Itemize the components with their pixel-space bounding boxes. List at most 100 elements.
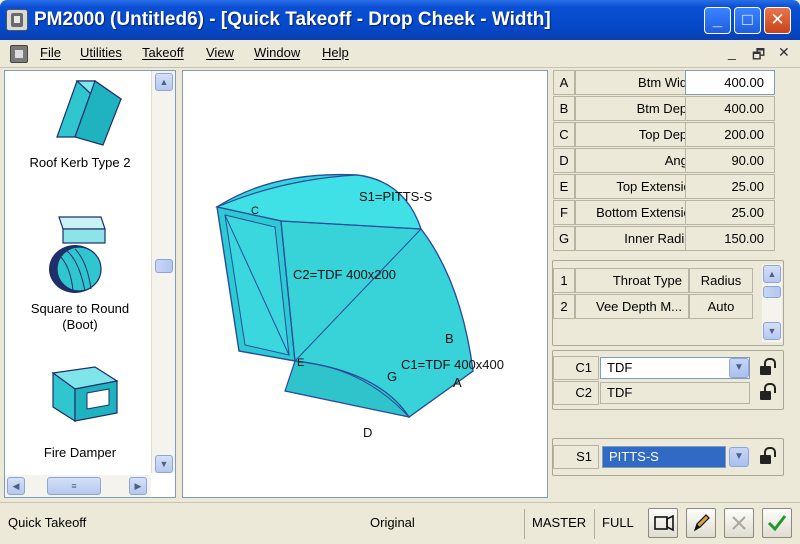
dimension-key: F: [553, 200, 575, 225]
dimension-row-b: B Btm Depth 400.00: [553, 96, 775, 121]
chevron-down-icon[interactable]: ▼: [729, 447, 749, 467]
dimension-key: E: [553, 174, 575, 199]
menu-file[interactable]: File: [40, 45, 61, 60]
menu-takeoff[interactable]: Takeoff: [142, 45, 184, 60]
lock-icon[interactable]: [758, 383, 776, 401]
pencil-icon: [693, 514, 710, 532]
label-d: D: [363, 425, 373, 440]
accept-button[interactable]: [762, 508, 792, 538]
library-item-label-box: Square to Round (Boot): [5, 301, 155, 335]
document-icon[interactable]: [10, 45, 28, 63]
square-to-round-icon: [49, 216, 106, 293]
c2-connector-field[interactable]: TDF: [600, 382, 750, 404]
edit-button[interactable]: [686, 508, 716, 538]
preview-icon: [654, 514, 674, 532]
cancel-button[interactable]: [724, 508, 754, 538]
dimension-key: G: [553, 226, 575, 251]
status-view: Original: [370, 515, 415, 530]
vee-depth-field[interactable]: Auto: [689, 294, 753, 319]
lock-icon[interactable]: [758, 358, 776, 376]
library-horizontal-scrollbar[interactable]: ◀ ≡ ▶: [5, 475, 151, 497]
btm-depth-field[interactable]: 400.00: [685, 96, 775, 121]
throat-type-field[interactable]: Radius: [689, 268, 753, 293]
dimension-row-a: A Btm Width 400.00: [553, 70, 775, 95]
cross-icon: [732, 516, 746, 530]
library-item-label: Square to Round (Boot): [30, 301, 130, 332]
menu-view[interactable]: View: [206, 45, 234, 60]
status-divider: [594, 509, 595, 539]
bottom-extension-field[interactable]: 25.00: [685, 200, 775, 225]
close-icon: ✕: [770, 10, 785, 29]
scroll-up-icon[interactable]: ▲: [763, 265, 781, 283]
lock-icon[interactable]: [758, 447, 776, 465]
status-divider: [524, 509, 525, 539]
dimension-key: A: [553, 70, 575, 95]
scroll-thumb[interactable]: [763, 286, 781, 298]
menu-window[interactable]: Window: [254, 45, 300, 60]
option-row-vee-depth: 2 Vee Depth M... Auto: [553, 294, 759, 319]
maximize-icon: □: [742, 10, 753, 29]
menu-help[interactable]: Help: [322, 45, 349, 60]
scroll-thumb[interactable]: [155, 259, 173, 273]
s1-seam-select[interactable]: PITTS-S: [602, 446, 726, 468]
top-extension-field[interactable]: 25.00: [685, 174, 775, 199]
dimension-row-e: E Top Extension 25.00: [553, 174, 775, 199]
status-bar: Quick Takeoff Original MASTER FULL: [0, 502, 800, 544]
option-row-throat-type: 1 Throat Type Radius: [553, 268, 759, 293]
menu-bar: File Utilities Takeoff View Window Help …: [0, 40, 800, 68]
mdi-restore-button[interactable]: 🗗: [752, 44, 765, 68]
scroll-down-icon[interactable]: ▼: [763, 322, 781, 340]
connector-key: C1: [553, 356, 599, 380]
btm-width-field[interactable]: 400.00: [685, 70, 775, 95]
angle-field[interactable]: 90.00: [685, 148, 775, 173]
dimension-row-g: G Inner Radius 150.00: [553, 226, 775, 251]
window-title: PM2000 (Untitled6) - [Quick Takeoff - Dr…: [34, 9, 551, 30]
label-c1: C1=TDF 400x400: [401, 357, 504, 372]
scroll-left-icon[interactable]: ◀: [7, 477, 25, 495]
minimize-button[interactable]: _: [704, 7, 731, 34]
label-g: G: [387, 369, 398, 384]
option-key: 2: [553, 294, 575, 319]
options-scrollbar[interactable]: ▲ ▼: [762, 264, 782, 342]
dimension-row-d: D Angle 90.00: [553, 148, 775, 173]
top-depth-field[interactable]: 200.00: [685, 122, 775, 147]
label-c: C: [251, 205, 259, 217]
inner-radius-field[interactable]: 150.00: [685, 226, 775, 251]
menu-utilities[interactable]: Utilities: [80, 45, 122, 60]
label-a: A: [453, 375, 462, 390]
hscroll-thumb[interactable]: ≡: [47, 477, 101, 495]
scroll-up-icon[interactable]: ▲: [155, 73, 173, 91]
preview-button[interactable]: [648, 508, 678, 538]
minimize-icon: _: [712, 10, 723, 29]
option-name: Throat Type: [575, 268, 689, 293]
fire-damper-icon: [51, 366, 119, 423]
chevron-down-icon[interactable]: ▼: [729, 358, 749, 378]
mdi-close-button[interactable]: ✕: [778, 44, 790, 61]
status-detail: FULL: [602, 515, 634, 530]
dimension-key: D: [553, 148, 575, 173]
dimension-key: B: [553, 96, 575, 121]
c1-connector-select[interactable]: TDF: [600, 357, 750, 379]
option-name: Vee Depth M...: [575, 294, 689, 319]
title-bar: PM2000 (Untitled6) - [Quick Takeoff - Dr…: [0, 0, 800, 40]
label-c2: C2=TDF 400x200: [293, 267, 396, 282]
scroll-down-icon[interactable]: ▼: [155, 455, 173, 473]
library-vertical-scrollbar[interactable]: ▲ ▼: [151, 71, 175, 473]
close-button[interactable]: ✕: [764, 7, 791, 34]
status-mode: Quick Takeoff: [8, 515, 87, 530]
label-s1: S1=PITTS-S: [359, 189, 433, 204]
maximize-button[interactable]: □: [734, 7, 761, 34]
label-b: B: [445, 331, 454, 346]
check-icon: [767, 515, 787, 532]
connector-key: C2: [553, 381, 599, 405]
library-item-label: Fire Damper: [43, 445, 117, 460]
mdi-minimize-button[interactable]: _: [728, 44, 736, 60]
drawing-canvas[interactable]: S1=PITTS-S C2=TDF 400x200 C1=TDF 400x400…: [182, 70, 548, 498]
dimension-key: C: [553, 122, 575, 147]
roof-kerb-icon: [56, 80, 123, 146]
scroll-right-icon[interactable]: ▶: [129, 477, 147, 495]
dimension-row-c: C Top Depth 200.00: [553, 122, 775, 147]
label-e: E: [297, 357, 305, 369]
app-icon[interactable]: [6, 9, 28, 31]
dimension-row-f: F Bottom Extension 25.00: [553, 200, 775, 225]
